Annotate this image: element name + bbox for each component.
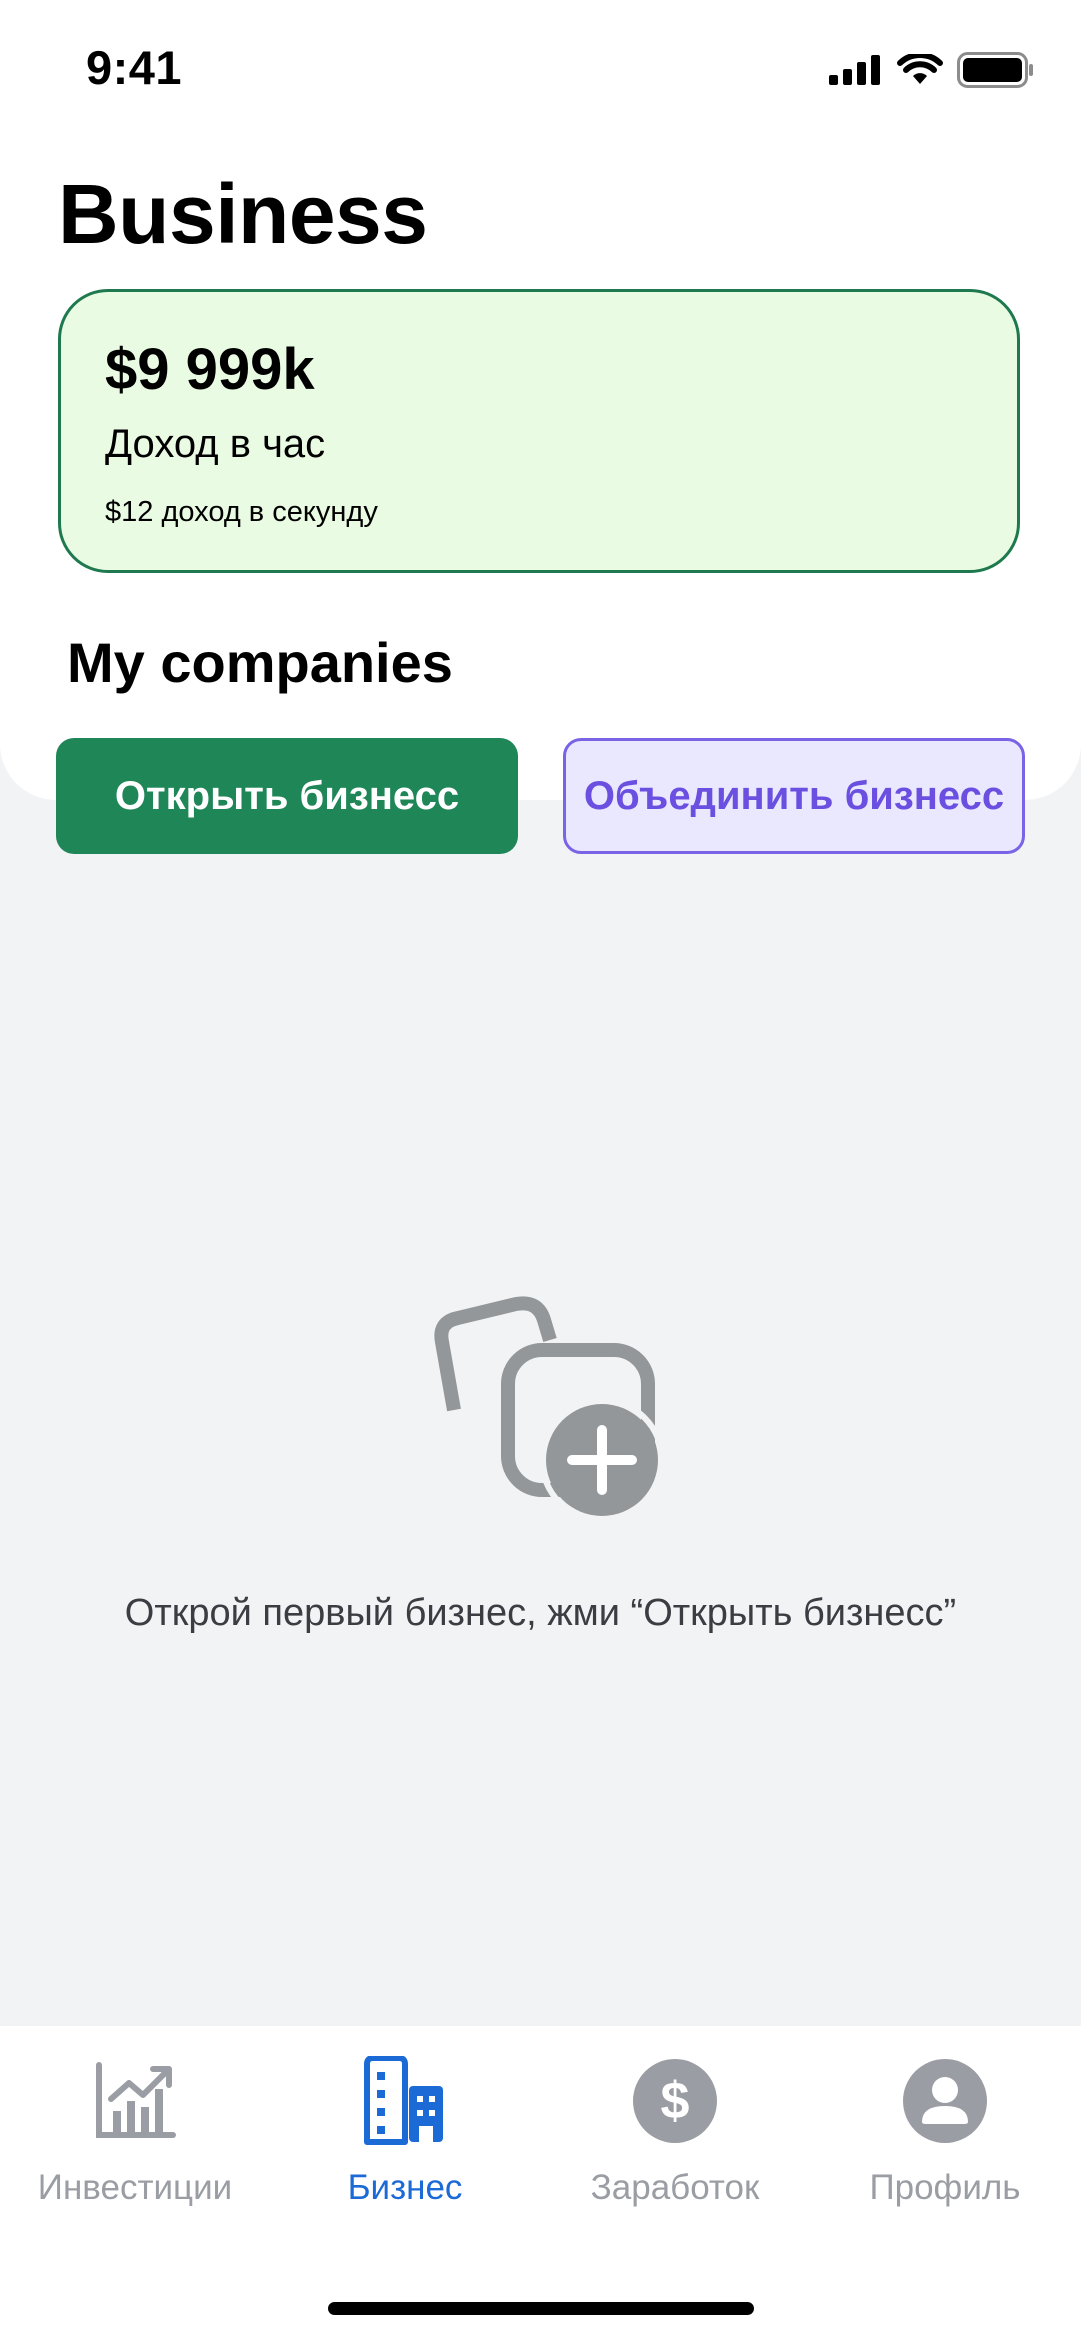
battery-icon: [957, 52, 1033, 88]
status-time: 9:41: [86, 41, 183, 94]
tab-business[interactable]: Бизнес: [270, 2056, 540, 2208]
tab-label: Бизнес: [347, 2168, 463, 2207]
income-per-second: $12 доход в секунду: [105, 496, 378, 528]
income-label: Доход в час: [105, 422, 326, 466]
open-business-button[interactable]: Открыть бизнесс: [56, 738, 518, 854]
home-indicator: [328, 2302, 754, 2315]
wifi-icon: [897, 54, 943, 84]
income-amount: $9 999k: [105, 337, 315, 402]
tab-investments[interactable]: Инвестиции: [0, 2056, 270, 2208]
profile-icon: [900, 2056, 990, 2146]
tab-label: Профиль: [869, 2168, 1021, 2207]
add-copy-icon: [434, 1296, 662, 1520]
building-icon: [360, 2056, 450, 2146]
status-icons: [829, 52, 1035, 88]
tab-earnings[interactable]: $ Заработок: [540, 2056, 810, 2208]
chart-icon: [90, 2056, 180, 2146]
signal-icon: [829, 55, 880, 85]
empty-state-message: Открой первый бизнес, жми “Открыть бизне…: [124, 1592, 957, 1634]
svg-text:$: $: [661, 2072, 690, 2130]
tab-profile[interactable]: Профиль: [810, 2056, 1080, 2208]
section-title: My companies: [67, 631, 453, 694]
dollar-icon: $: [630, 2056, 720, 2146]
tab-label: Инвестиции: [37, 2168, 233, 2207]
tab-label: Заработок: [590, 2168, 760, 2207]
merge-business-button[interactable]: Объединить бизнесс: [563, 738, 1025, 854]
income-card: $9 999k Доход в час $12 доход в секунду: [58, 289, 1020, 573]
page-title: Business: [58, 167, 428, 261]
tab-bar: Инвестиции Бизнес $ Заработок Профиль: [0, 2026, 1081, 2340]
